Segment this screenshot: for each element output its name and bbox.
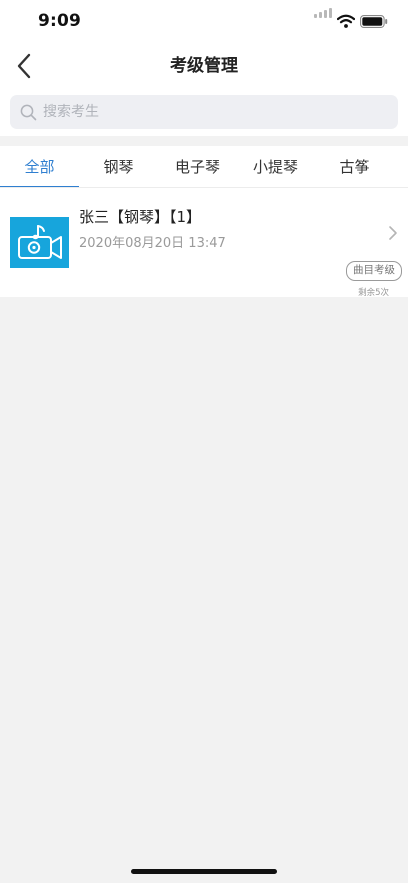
page-title: 考级管理 <box>170 56 238 76</box>
tab-label: 小提琴 <box>252 158 298 176</box>
status-time: 9:09 <box>38 11 82 31</box>
chevron-left-icon <box>17 53 31 79</box>
search-box[interactable] <box>10 95 398 129</box>
navigation-bar: 考级管理 <box>0 44 408 88</box>
back-button[interactable] <box>10 50 40 82</box>
exam-list: 张三【钢琴】【1】 2020年08月20日 13:47 曲目考级 剩余5次 <box>0 188 408 298</box>
wifi-icon <box>337 14 355 28</box>
battery-icon <box>360 15 388 28</box>
search-input[interactable] <box>43 95 383 129</box>
search-icon <box>20 104 37 121</box>
video-camera-music-icon <box>18 225 62 259</box>
tab-guzheng[interactable]: 古筝 <box>315 146 394 187</box>
search-bar <box>0 88 408 136</box>
item-date: 2020年08月20日 13:47 <box>79 236 226 251</box>
thumbnail <box>10 217 69 268</box>
tab-electronic-keyboard[interactable]: 电子琴 <box>158 146 237 187</box>
remaining-count: 剩余5次 <box>358 288 389 298</box>
tab-label: 古筝 <box>339 158 370 176</box>
status-bar: 9:09 <box>0 0 408 44</box>
tab-label: 钢琴 <box>103 158 134 176</box>
tab-all[interactable]: 全部 <box>0 146 79 187</box>
tab-label: 全部 <box>24 158 55 176</box>
chevron-right-icon <box>389 226 397 240</box>
home-indicator <box>131 869 277 874</box>
app-screen: 9:09 考级管理 搜索考生 全部 钢琴 电子琴 小提琴 古筝 张三【钢琴】【1… <box>0 0 408 883</box>
tab-more-partial[interactable] <box>394 146 408 187</box>
category-tabs: 全部 钢琴 电子琴 小提琴 古筝 <box>0 146 408 188</box>
tab-piano[interactable]: 钢琴 <box>79 146 158 187</box>
item-title: 张三【钢琴】【1】 <box>79 208 202 226</box>
list-item[interactable]: 张三【钢琴】【1】 2020年08月20日 13:47 曲目考级 剩余5次 <box>0 188 408 298</box>
tab-violin[interactable]: 小提琴 <box>236 146 315 187</box>
tab-label: 电子琴 <box>174 158 220 176</box>
status-badge: 曲目考级 <box>346 261 402 281</box>
